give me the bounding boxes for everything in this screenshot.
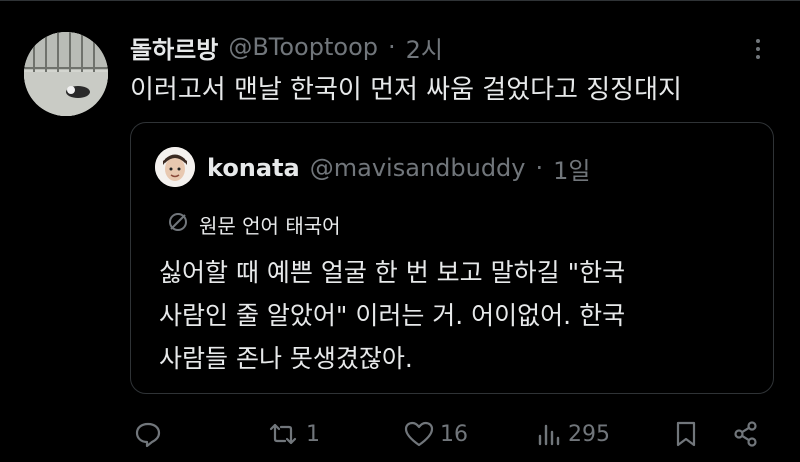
quoted-display-name[interactable]: konata	[207, 154, 300, 182]
timestamp[interactable]: 2시	[406, 30, 443, 65]
quoted-header: konata @mavisandbuddy · 1일	[207, 151, 591, 185]
like-button[interactable]: 16	[404, 416, 468, 452]
views-button[interactable]: 295	[536, 416, 610, 452]
tweet-text: 이러고서 맨날 한국이 먼저 싸움 걸었다고 징징대지	[130, 75, 682, 105]
quoted-timestamp[interactable]: 1일	[553, 151, 590, 186]
reply-icon	[134, 420, 162, 448]
translation-note-label: 원문 언어 태국어	[199, 213, 341, 238]
like-count: 16	[440, 421, 468, 447]
separator: ·	[388, 33, 396, 61]
share-icon	[732, 420, 760, 448]
bookmark-button[interactable]	[674, 416, 698, 452]
views-icon	[536, 420, 562, 448]
bookmark-icon	[674, 420, 698, 448]
retweet-count: 1	[306, 421, 320, 447]
share-button[interactable]	[732, 416, 760, 452]
heart-icon	[404, 420, 434, 448]
tweet-header: 돌하르방 @BTooptoop · 2시	[130, 30, 443, 64]
quoted-text: 싫어할 때 예쁜 얼굴 한 번 보고 말하길 "한국 사람인 줄 알았어" 이러…	[159, 251, 625, 380]
globe-icon	[167, 211, 189, 238]
display-name[interactable]: 돌하르방	[130, 30, 218, 65]
more-dots-icon[interactable]	[744, 34, 772, 64]
quoted-avatar[interactable]	[155, 147, 195, 187]
retweet-icon	[266, 420, 300, 448]
handle[interactable]: @BTooptoop	[228, 33, 378, 61]
reply-button[interactable]	[134, 416, 162, 452]
quoted-text-line: 사람인 줄 알았어" 이러는 거. 어이없어. 한국	[159, 301, 626, 330]
quoted-text-line: 사람들 존나 못생겼잖아.	[159, 344, 413, 373]
translation-note[interactable]: 원문 언어 태국어	[167, 207, 341, 241]
divider-top	[0, 0, 800, 1]
quote-card[interactable]: konata @mavisandbuddy · 1일 원문 언어 태국어 싫어할…	[130, 122, 774, 394]
quoted-text-line: 싫어할 때 예쁜 얼굴 한 번 보고 말하길 "한국	[159, 258, 626, 287]
views-count: 295	[568, 421, 610, 447]
quoted-separator: ·	[535, 154, 544, 182]
avatar[interactable]	[24, 32, 108, 116]
quoted-handle[interactable]: @mavisandbuddy	[310, 154, 526, 182]
retweet-button[interactable]: 1	[266, 416, 320, 452]
